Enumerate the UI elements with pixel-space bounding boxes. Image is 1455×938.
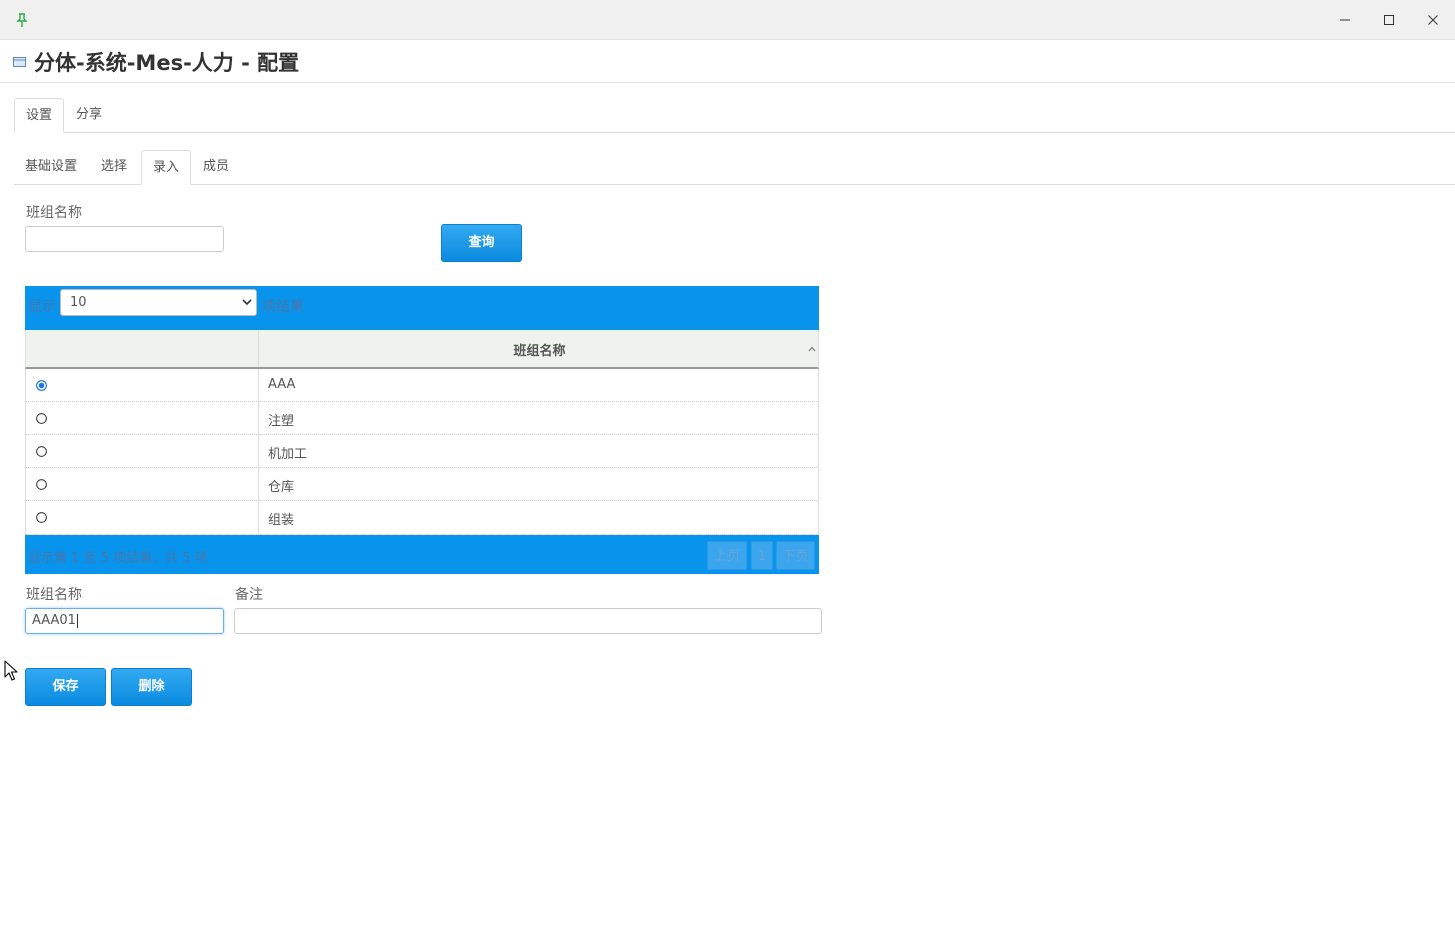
search-name-input[interactable] (25, 226, 224, 252)
row-divider (258, 369, 259, 402)
sort-asc-icon[interactable] (808, 346, 816, 352)
page-header: 分体-系统-Mes-人力 - 配置 (0, 40, 1455, 83)
team-name-label: 班组名称 (26, 587, 82, 603)
page-length-value: 10 (70, 295, 87, 310)
mouse-cursor-icon (4, 660, 18, 681)
page-length-select[interactable]: 10 (60, 289, 257, 316)
team-name-cell: 仓库 (268, 480, 295, 495)
table-header: 班组名称 (25, 330, 819, 369)
team-name-cell: AAA (268, 377, 296, 392)
tab-members[interactable]: 成员 (192, 150, 240, 184)
row-divider (258, 435, 259, 468)
table-info: 显示第 1 至 5 项结果，共 5 项 (28, 551, 208, 566)
tab-select[interactable]: 选择 (90, 150, 138, 184)
text-caret (76, 613, 78, 628)
minimize-button[interactable] (1333, 8, 1357, 32)
sub-tabs: 基础设置 选择 录入 成员 (14, 150, 1455, 185)
radio-selected-icon[interactable] (36, 380, 47, 391)
pin-icon[interactable] (14, 12, 30, 28)
page-1-button[interactable]: 1 (751, 541, 773, 570)
tab-basic-settings[interactable]: 基础设置 (14, 150, 88, 184)
chevron-down-icon (242, 299, 252, 306)
table-row[interactable]: 仓库 (25, 468, 819, 501)
table-row[interactable]: 注塑 (25, 402, 819, 435)
team-name-input-value: AAA01 (32, 613, 76, 628)
window-icon (13, 57, 26, 67)
next-page-button[interactable]: 下页 (776, 541, 815, 570)
maximize-icon (1384, 15, 1394, 25)
tab-share[interactable]: 分享 (65, 98, 113, 132)
tab-settings[interactable]: 设置 (14, 98, 65, 133)
radio-icon[interactable] (36, 413, 47, 424)
remark-label: 备注 (235, 587, 263, 603)
tab-entry[interactable]: 录入 (141, 150, 192, 185)
length-prefix: 显示 (28, 299, 56, 315)
length-suffix: 项结果 (262, 299, 304, 315)
prev-page-button[interactable]: 上页 (707, 541, 747, 570)
team-name-cell: 注塑 (268, 414, 295, 429)
table-row[interactable]: 机加工 (25, 435, 819, 468)
radio-icon[interactable] (36, 446, 47, 457)
row-divider (258, 501, 259, 534)
search-name-label: 班组名称 (26, 205, 82, 221)
table-row[interactable]: 组装 (25, 501, 819, 535)
window-titlebar (0, 0, 1455, 40)
minimize-icon (1340, 19, 1350, 21)
main-tabs: 设置 分享 (14, 98, 1455, 133)
table-row[interactable]: AAA (25, 369, 819, 402)
delete-button[interactable]: 删除 (111, 668, 192, 706)
remark-input[interactable] (234, 608, 822, 634)
team-name-cell: 组装 (268, 513, 295, 528)
maximize-button[interactable] (1377, 8, 1401, 32)
page-title: 分体-系统-Mes-人力 - 配置 (34, 51, 300, 75)
team-name-input[interactable]: AAA01 (25, 608, 224, 634)
row-divider (258, 402, 259, 435)
close-icon (1428, 15, 1438, 25)
save-button[interactable]: 保存 (25, 668, 106, 706)
close-button[interactable] (1421, 8, 1445, 32)
row-divider (258, 468, 259, 501)
table-length-bar: 显示 10 项结果 (25, 286, 819, 330)
radio-icon[interactable] (36, 479, 47, 490)
column-header-team-name[interactable]: 班组名称 (259, 340, 820, 359)
table-info-bar: 显示第 1 至 5 项结果，共 5 项 上页 1 下页 (25, 535, 819, 574)
radio-icon[interactable] (36, 512, 47, 523)
team-name-cell: 机加工 (268, 447, 308, 462)
query-button[interactable]: 查询 (441, 224, 522, 262)
